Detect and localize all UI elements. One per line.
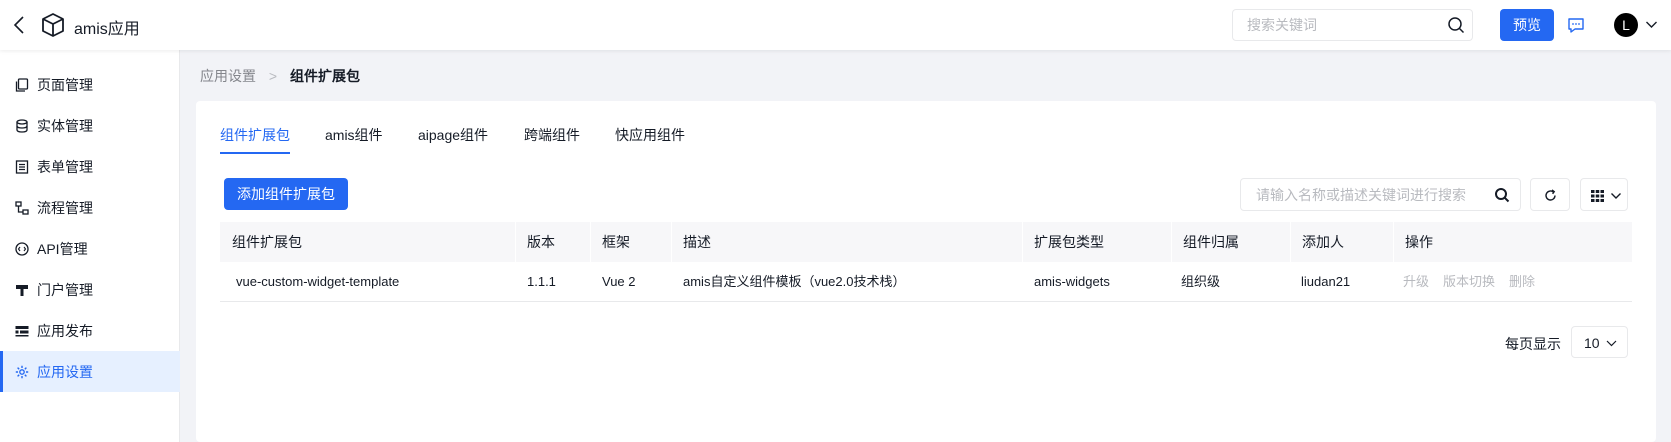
chevron-down-icon: [1611, 193, 1621, 199]
sidebar-item-label: 表单管理: [37, 158, 93, 175]
active-tab-indicator: [220, 152, 290, 154]
publish-icon: [15, 325, 29, 336]
column-header[interactable]: 描述: [683, 222, 711, 262]
upgrade-link[interactable]: 升级: [1403, 274, 1429, 289]
tab-widget-packages[interactable]: 组件扩展包: [220, 125, 290, 155]
table-row: vue-custom-widget-template 1.1.1 Vue 2 a…: [220, 262, 1632, 302]
search-icon[interactable]: [1494, 187, 1510, 203]
cell-owner: 组织级: [1181, 274, 1221, 289]
column-header[interactable]: 扩展包类型: [1034, 222, 1104, 262]
gear-icon: [15, 365, 29, 378]
column-header[interactable]: 组件归属: [1183, 222, 1239, 262]
table-search: [1240, 178, 1521, 211]
column-header[interactable]: 添加人: [1302, 222, 1344, 262]
cell-package-name: vue-custom-widget-template: [236, 274, 400, 289]
grid-icon: [1591, 190, 1604, 202]
page-manage-icon: [15, 77, 29, 92]
switch-version-link[interactable]: 版本切换: [1443, 274, 1495, 289]
chevron-down-icon[interactable]: [1645, 20, 1658, 29]
preview-button[interactable]: 预览: [1500, 9, 1554, 41]
back-arrow-icon[interactable]: [12, 14, 26, 36]
sidebar-item-label: 实体管理: [37, 117, 93, 134]
table-header: 组件扩展包 版本 框架 描述 扩展包类型 组件归属 添加人 操作: [220, 222, 1632, 262]
per-page-value: 10: [1584, 335, 1600, 351]
sidebar-item-label: 页面管理: [37, 76, 93, 93]
breadcrumb-link[interactable]: 应用设置: [200, 68, 256, 84]
column-header[interactable]: 组件扩展包: [232, 222, 302, 262]
tab-aipage-components[interactable]: aipage组件: [418, 125, 488, 155]
sidebar-item-app-publish[interactable]: 应用发布: [0, 310, 180, 351]
app-name: amis应用: [74, 21, 140, 38]
sidebar-item-app-settings[interactable]: 应用设置: [0, 351, 180, 392]
sidebar: 页面管理 实体管理 表单管理 流程管理 API管理 门户管理 应用发布 应用设置: [0, 50, 180, 442]
refresh-button[interactable]: [1530, 178, 1570, 211]
column-header[interactable]: 操作: [1405, 222, 1433, 262]
delete-link[interactable]: 删除: [1509, 274, 1535, 289]
cell-added-by: liudan21: [1301, 274, 1351, 289]
breadcrumb-current: 组件扩展包: [289, 68, 360, 84]
cell-version: 1.1.1: [527, 274, 556, 289]
tab-cross-platform-components[interactable]: 跨端组件: [524, 125, 580, 155]
column-header[interactable]: 框架: [602, 222, 630, 262]
sidebar-item-entity-manage[interactable]: 实体管理: [0, 105, 180, 146]
cube-icon: [42, 13, 64, 37]
refresh-icon: [1545, 189, 1556, 201]
breadcrumb: 应用设置 > 组件扩展包: [200, 66, 360, 86]
breadcrumb-separator: >: [268, 68, 278, 84]
sidebar-item-portal-manage[interactable]: 门户管理: [0, 269, 180, 310]
chevron-down-icon: [1606, 340, 1617, 347]
top-bar: amis应用 预览 L: [0, 0, 1671, 50]
database-icon: [16, 118, 28, 133]
tab-quick-app-components[interactable]: 快应用组件: [615, 125, 685, 155]
column-header[interactable]: 版本: [527, 222, 555, 262]
add-widget-package-button[interactable]: 添加组件扩展包: [224, 178, 348, 210]
sidebar-item-label: 门户管理: [37, 281, 93, 298]
form-icon: [15, 159, 29, 174]
search-icon[interactable]: [1447, 16, 1465, 34]
flow-icon: [15, 200, 29, 215]
sidebar-item-form-manage[interactable]: 表单管理: [0, 146, 180, 187]
column-settings-button[interactable]: [1580, 178, 1628, 211]
per-page-label: 每页显示: [1505, 336, 1561, 352]
per-page-select[interactable]: 10: [1571, 326, 1628, 358]
sidebar-item-api-manage[interactable]: API管理: [0, 228, 180, 269]
message-icon[interactable]: [1567, 17, 1585, 33]
global-search: [1232, 9, 1473, 41]
sidebar-item-label: 流程管理: [37, 199, 93, 216]
portal-icon: [16, 284, 28, 296]
sidebar-item-label: API管理: [37, 240, 88, 257]
sidebar-item-page-manage[interactable]: 页面管理: [0, 64, 180, 105]
sidebar-item-label: 应用设置: [37, 363, 93, 380]
table-search-input[interactable]: [1241, 179, 1481, 210]
sidebar-item-flow-manage[interactable]: 流程管理: [0, 187, 180, 228]
cell-actions: 升级 版本切换 删除: [1403, 262, 1549, 302]
api-icon: [15, 241, 29, 256]
cell-description: amis自定义组件模板（vue2.0技术栈）: [683, 274, 906, 289]
sidebar-item-label: 应用发布: [37, 322, 93, 339]
global-search-input[interactable]: [1233, 10, 1433, 40]
cell-framework: Vue 2: [602, 274, 636, 289]
cell-package-type: amis-widgets: [1034, 274, 1110, 289]
avatar[interactable]: L: [1614, 13, 1638, 37]
tab-amis-components[interactable]: amis组件: [325, 125, 383, 155]
